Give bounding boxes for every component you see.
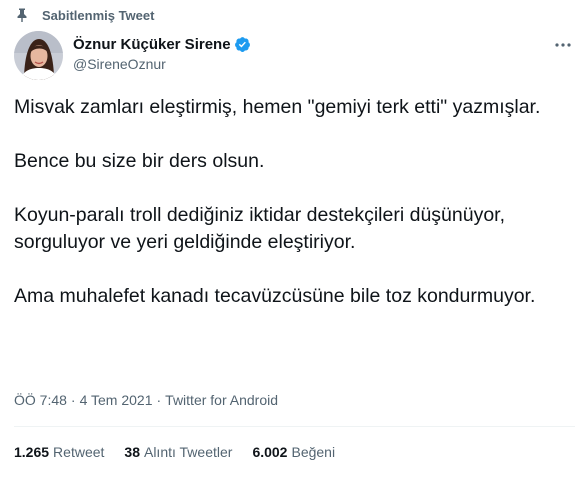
tweet-source-link[interactable]: Twitter for Android <box>165 392 278 408</box>
meta-separator: · <box>156 392 162 408</box>
tweet-text: Misvak zamları eleştirmiş, hemen "gemiyi… <box>14 94 574 310</box>
likes-stat[interactable]: 6.002 Beğeni <box>252 444 335 460</box>
divider <box>14 426 575 427</box>
tweet-date[interactable]: 4 Tem 2021 <box>80 392 153 408</box>
quote-count: 38 <box>124 444 140 460</box>
tweet-meta: ÖÖ 7:48 · 4 Tem 2021 · Twitter for Andro… <box>14 392 278 408</box>
pinned-tweet-indicator: Sabitlenmiş Tweet <box>14 6 154 24</box>
pin-icon <box>14 7 30 23</box>
retweet-label: Retweet <box>53 444 105 460</box>
tweet-paragraph: Misvak zamları eleştirmiş, hemen "gemiyi… <box>14 96 541 118</box>
avatar-image <box>14 31 63 80</box>
user-handle[interactable]: @SireneOznur <box>73 56 251 72</box>
more-options-button[interactable] <box>551 33 575 57</box>
quote-label: Alıntı Tweetler <box>143 444 233 460</box>
meta-separator: · <box>70 392 76 408</box>
verified-badge-icon <box>234 36 251 53</box>
tweet-paragraph: Koyun-paralı troll dediğiniz iktidar des… <box>14 204 506 253</box>
avatar[interactable] <box>14 31 63 80</box>
more-dots-icon <box>555 43 571 47</box>
tweet-stats: 1.265 Retweet 38 Alıntı Tweetler 6.002 B… <box>14 444 355 460</box>
retweets-stat[interactable]: 1.265 Retweet <box>14 444 104 460</box>
name-row: Öznur Küçüker Sirene <box>73 35 251 53</box>
quote-tweets-stat[interactable]: 38 Alıntı Tweetler <box>124 444 232 460</box>
tweet-paragraph: Bence bu size bir ders olsun. <box>14 150 265 172</box>
retweet-count: 1.265 <box>14 444 50 460</box>
pinned-label: Sabitlenmiş Tweet <box>42 7 155 23</box>
like-count: 6.002 <box>252 444 288 460</box>
like-label: Beğeni <box>291 444 336 460</box>
tweet-time[interactable]: ÖÖ 7:48 <box>14 392 67 408</box>
display-name[interactable]: Öznur Küçüker Sirene <box>73 36 231 53</box>
tweet-paragraph: Ama muhalefet kanadı tecavüzcüsüne bile … <box>14 285 536 307</box>
user-info: Öznur Küçüker Sirene @SireneOznur <box>73 35 251 72</box>
